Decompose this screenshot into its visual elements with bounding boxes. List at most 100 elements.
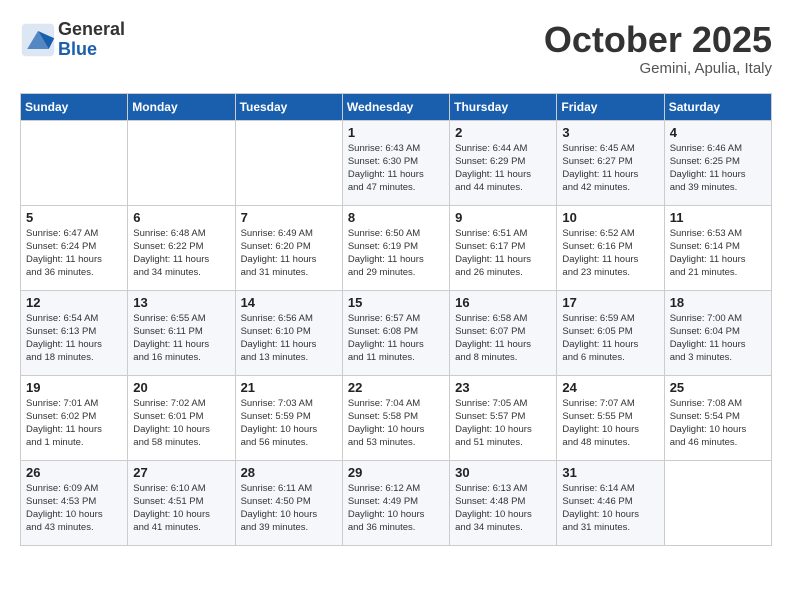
calendar-cell: 3 Sunrise: 6:45 AM Sunset: 6:27 PM Daylig… (557, 120, 664, 205)
calendar-cell: 16 Sunrise: 6:58 AM Sunset: 6:07 PM Dayli… (450, 290, 557, 375)
calendar-week-row: 26 Sunrise: 6:09 AM Sunset: 4:53 PM Dayli… (21, 460, 772, 545)
logo-general: General (58, 20, 125, 40)
calendar-cell (235, 120, 342, 205)
day-header-tuesday: Tuesday (235, 93, 342, 120)
day-info: Sunrise: 6:52 AM Sunset: 6:16 PM Dayligh… (562, 227, 658, 280)
day-number: 28 (241, 465, 337, 480)
calendar-cell: 20 Sunrise: 7:02 AM Sunset: 6:01 PM Dayli… (128, 375, 235, 460)
day-number: 10 (562, 210, 658, 225)
calendar-cell: 18Sunrise: 7:00 AM Sunset: 6:04 PM Dayli… (664, 290, 771, 375)
day-number: 24 (562, 380, 658, 395)
day-info: Sunrise: 6:49 AM Sunset: 6:20 PM Dayligh… (241, 227, 337, 280)
day-number: 26 (26, 465, 122, 480)
calendar-cell: 29Sunrise: 6:12 AM Sunset: 4:49 PM Dayli… (342, 460, 449, 545)
calendar-cell: 2 Sunrise: 6:44 AM Sunset: 6:29 PM Daylig… (450, 120, 557, 205)
day-number: 20 (133, 380, 229, 395)
day-number: 14 (241, 295, 337, 310)
day-number: 3 (562, 125, 658, 140)
day-info: Sunrise: 7:07 AM Sunset: 5:55 PM Dayligh… (562, 397, 658, 450)
title-block: October 2025 Gemini, Apulia, Italy (544, 20, 772, 77)
day-info: Sunrise: 6:57 AM Sunset: 6:08 PM Dayligh… (348, 312, 444, 365)
day-info: Sunrise: 7:02 AM Sunset: 6:01 PM Dayligh… (133, 397, 229, 450)
day-number: 6 (133, 210, 229, 225)
day-info: Sunrise: 6:10 AM Sunset: 4:51 PM Dayligh… (133, 482, 229, 535)
day-number: 7 (241, 210, 337, 225)
day-number: 21 (241, 380, 337, 395)
calendar-cell: 27 Sunrise: 6:10 AM Sunset: 4:51 PM Dayli… (128, 460, 235, 545)
day-info: Sunrise: 6:50 AM Sunset: 6:19 PM Dayligh… (348, 227, 444, 280)
day-number: 25 (670, 380, 766, 395)
day-info: Sunrise: 6:55 AM Sunset: 6:11 PM Dayligh… (133, 312, 229, 365)
calendar-table: SundayMondayTuesdayWednesdayThursdayFrid… (20, 93, 772, 546)
logo-blue: Blue (58, 40, 125, 60)
calendar-cell: 4 Sunrise: 6:46 AM Sunset: 6:25 PM Daylig… (664, 120, 771, 205)
calendar-cell: 1Sunrise: 6:43 AM Sunset: 6:30 PM Daylig… (342, 120, 449, 205)
day-number: 9 (455, 210, 551, 225)
day-info: Sunrise: 6:59 AM Sunset: 6:05 PM Dayligh… (562, 312, 658, 365)
day-header-sunday: Sunday (21, 93, 128, 120)
calendar-cell: 13 Sunrise: 6:55 AM Sunset: 6:11 PM Dayli… (128, 290, 235, 375)
calendar-cell: 19Sunrise: 7:01 AM Sunset: 6:02 PM Dayli… (21, 375, 128, 460)
day-info: Sunrise: 7:05 AM Sunset: 5:57 PM Dayligh… (455, 397, 551, 450)
calendar-cell: 12 Sunrise: 6:54 AM Sunset: 6:13 PM Dayli… (21, 290, 128, 375)
day-number: 4 (670, 125, 766, 140)
day-info: Sunrise: 6:54 AM Sunset: 6:13 PM Dayligh… (26, 312, 122, 365)
day-info: Sunrise: 6:56 AM Sunset: 6:10 PM Dayligh… (241, 312, 337, 365)
day-info: Sunrise: 7:04 AM Sunset: 5:58 PM Dayligh… (348, 397, 444, 450)
day-info: Sunrise: 6:11 AM Sunset: 4:50 PM Dayligh… (241, 482, 337, 535)
calendar-week-row: 19Sunrise: 7:01 AM Sunset: 6:02 PM Dayli… (21, 375, 772, 460)
day-info: Sunrise: 6:45 AM Sunset: 6:27 PM Dayligh… (562, 142, 658, 195)
day-number: 19 (26, 380, 122, 395)
calendar-cell (664, 460, 771, 545)
day-info: Sunrise: 7:03 AM Sunset: 5:59 PM Dayligh… (241, 397, 337, 450)
calendar-cell: 21 Sunrise: 7:03 AM Sunset: 5:59 PM Dayli… (235, 375, 342, 460)
calendar-cell: 14 Sunrise: 6:56 AM Sunset: 6:10 PM Dayli… (235, 290, 342, 375)
calendar-cell: 23 Sunrise: 7:05 AM Sunset: 5:57 PM Dayli… (450, 375, 557, 460)
calendar-week-row: 12 Sunrise: 6:54 AM Sunset: 6:13 PM Dayli… (21, 290, 772, 375)
calendar-week-row: 1Sunrise: 6:43 AM Sunset: 6:30 PM Daylig… (21, 120, 772, 205)
day-number: 27 (133, 465, 229, 480)
day-info: Sunrise: 6:53 AM Sunset: 6:14 PM Dayligh… (670, 227, 766, 280)
calendar-cell: 30Sunrise: 6:13 AM Sunset: 4:48 PM Dayli… (450, 460, 557, 545)
page-header: General Blue October 2025 Gemini, Apulia… (20, 20, 772, 77)
calendar-cell: 8 Sunrise: 6:50 AM Sunset: 6:19 PM Daylig… (342, 205, 449, 290)
day-number: 31 (562, 465, 658, 480)
day-number: 16 (455, 295, 551, 310)
day-info: Sunrise: 6:47 AM Sunset: 6:24 PM Dayligh… (26, 227, 122, 280)
month-title: October 2025 (544, 20, 772, 60)
day-header-monday: Monday (128, 93, 235, 120)
day-number: 23 (455, 380, 551, 395)
calendar-cell: 28 Sunrise: 6:11 AM Sunset: 4:50 PM Dayli… (235, 460, 342, 545)
day-info: Sunrise: 7:08 AM Sunset: 5:54 PM Dayligh… (670, 397, 766, 450)
day-number: 13 (133, 295, 229, 310)
day-header-saturday: Saturday (664, 93, 771, 120)
day-info: Sunrise: 6:51 AM Sunset: 6:17 PM Dayligh… (455, 227, 551, 280)
calendar-cell: 31 Sunrise: 6:14 AM Sunset: 4:46 PM Dayli… (557, 460, 664, 545)
day-info: Sunrise: 6:09 AM Sunset: 4:53 PM Dayligh… (26, 482, 122, 535)
calendar-cell: 9 Sunrise: 6:51 AM Sunset: 6:17 PM Daylig… (450, 205, 557, 290)
logo-text: General Blue (58, 20, 125, 60)
calendar-cell (21, 120, 128, 205)
day-number: 29 (348, 465, 444, 480)
calendar-cell: 25 Sunrise: 7:08 AM Sunset: 5:54 PM Dayli… (664, 375, 771, 460)
day-number: 12 (26, 295, 122, 310)
day-info: Sunrise: 6:48 AM Sunset: 6:22 PM Dayligh… (133, 227, 229, 280)
day-number: 30 (455, 465, 551, 480)
calendar-cell: 5 Sunrise: 6:47 AM Sunset: 6:24 PM Daylig… (21, 205, 128, 290)
day-info: Sunrise: 6:14 AM Sunset: 4:46 PM Dayligh… (562, 482, 658, 535)
day-info: Sunrise: 6:43 AM Sunset: 6:30 PM Dayligh… (348, 142, 444, 195)
calendar-cell: 17 Sunrise: 6:59 AM Sunset: 6:05 PM Dayli… (557, 290, 664, 375)
calendar-cell: 11 Sunrise: 6:53 AM Sunset: 6:14 PM Dayli… (664, 205, 771, 290)
logo-icon (20, 22, 56, 58)
day-number: 8 (348, 210, 444, 225)
day-number: 17 (562, 295, 658, 310)
day-number: 5 (26, 210, 122, 225)
day-info: Sunrise: 6:58 AM Sunset: 6:07 PM Dayligh… (455, 312, 551, 365)
day-number: 2 (455, 125, 551, 140)
day-number: 11 (670, 210, 766, 225)
day-info: Sunrise: 6:46 AM Sunset: 6:25 PM Dayligh… (670, 142, 766, 195)
calendar-cell: 6 Sunrise: 6:48 AM Sunset: 6:22 PM Daylig… (128, 205, 235, 290)
location: Gemini, Apulia, Italy (544, 60, 772, 77)
day-info: Sunrise: 6:44 AM Sunset: 6:29 PM Dayligh… (455, 142, 551, 195)
logo: General Blue (20, 20, 125, 60)
